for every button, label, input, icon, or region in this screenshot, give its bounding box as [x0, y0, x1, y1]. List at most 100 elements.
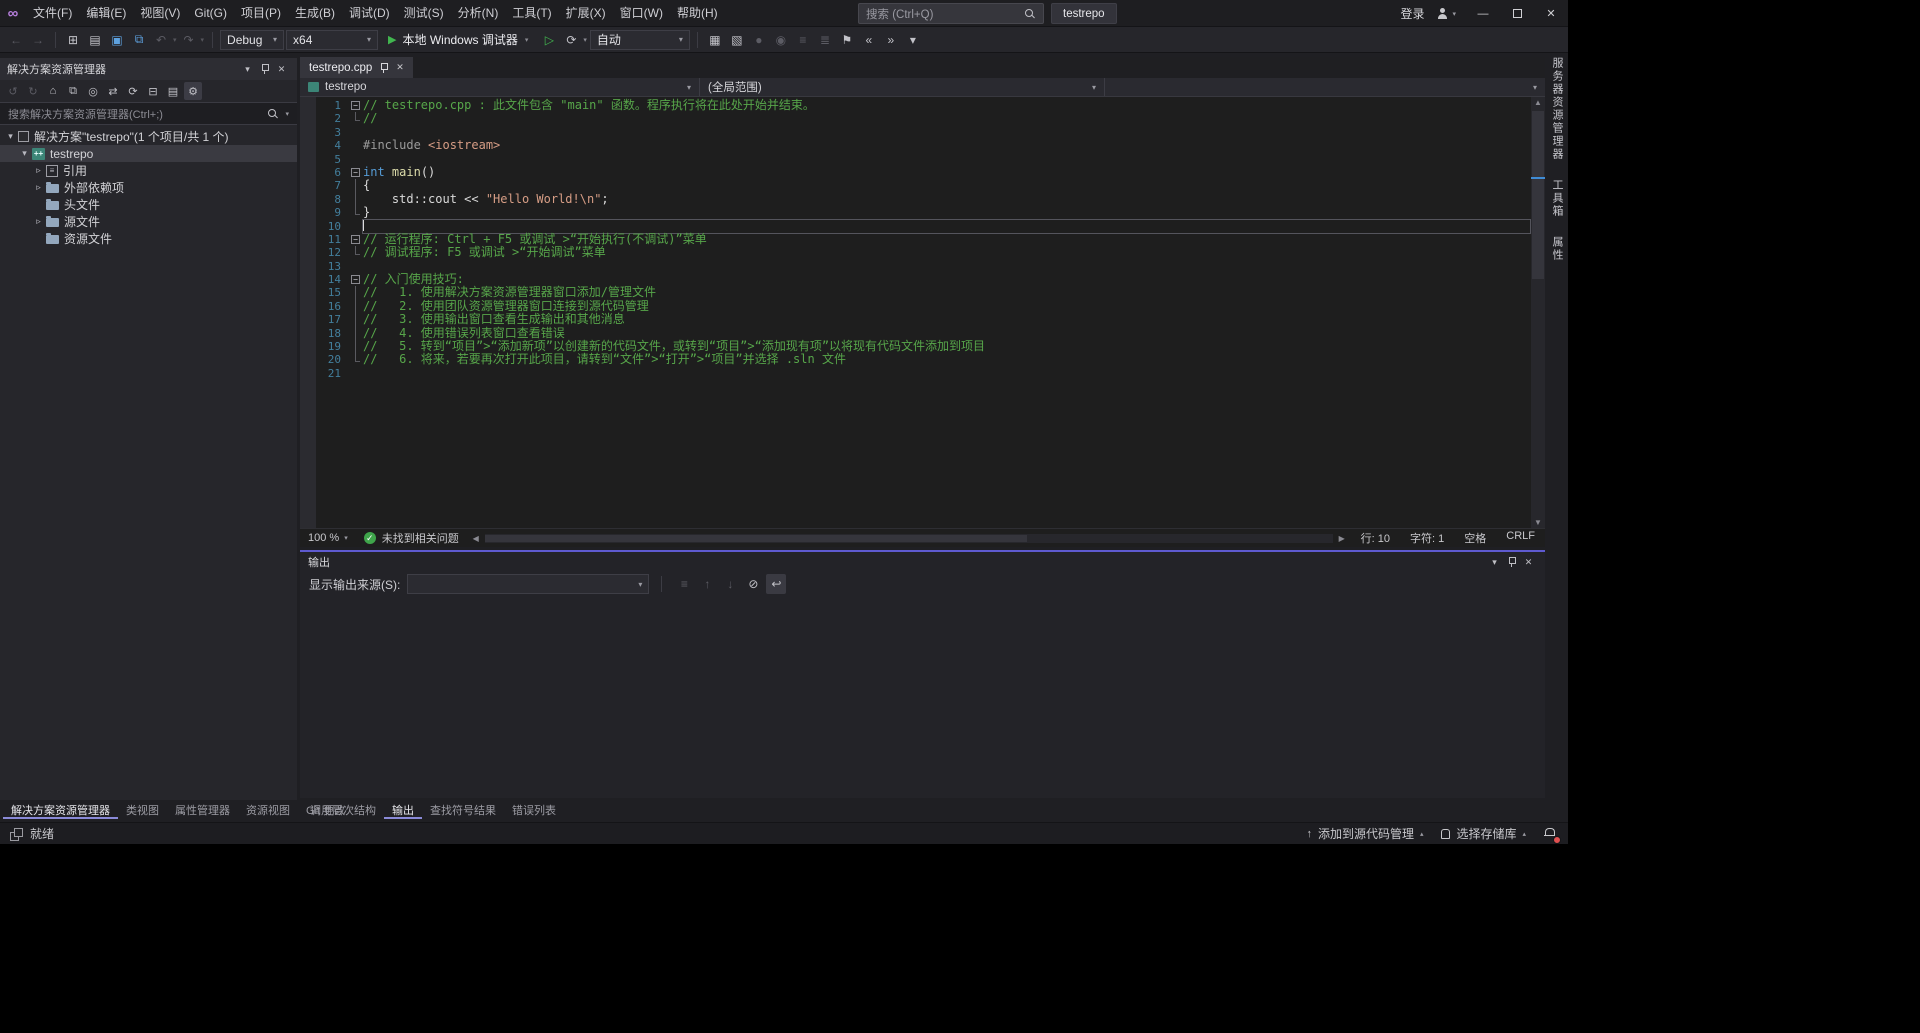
- side-tab-properties[interactable]: 属性: [1549, 236, 1565, 262]
- fold-collapse-icon[interactable]: −: [351, 101, 360, 110]
- tree-expand-arrow-icon[interactable]: ▹: [32, 165, 45, 176]
- debug-target-dropdown[interactable]: 自动 ▾: [590, 30, 690, 50]
- watch-window-icon[interactable]: ≣: [815, 30, 835, 50]
- code-line-12[interactable]: 12// 调试程序: F5 或调试 >“开始调试”菜单: [300, 246, 1545, 259]
- next-bookmark-icon[interactable]: »: [881, 30, 901, 50]
- tree-expand-arrow-icon[interactable]: ▾: [4, 131, 17, 142]
- se-properties-icon[interactable]: ⚙: [184, 82, 202, 100]
- menu-view[interactable]: 视图(V): [133, 0, 187, 27]
- se-show-all-files-icon[interactable]: ▤: [164, 82, 182, 100]
- close-tab-icon[interactable]: ✕: [396, 62, 404, 73]
- call-stack-icon[interactable]: ≡: [793, 30, 813, 50]
- menu-edit[interactable]: 编辑(E): [79, 0, 133, 27]
- solution-explorer-search[interactable]: 搜索解决方案资源管理器(Ctrl+;) ▾: [0, 103, 297, 125]
- menu-build[interactable]: 生成(B): [288, 0, 342, 27]
- close-icon[interactable]: ✕: [1520, 554, 1537, 570]
- code-line-10[interactable]: 10: [300, 220, 1545, 233]
- member-dropdown[interactable]: ▾: [1105, 78, 1545, 96]
- menu-help[interactable]: 帮助(H): [670, 0, 725, 27]
- code-line-17[interactable]: 17// 3. 使用输出窗口查看生成输出和其他消息: [300, 313, 1545, 326]
- nav-forward-icon[interactable]: →: [28, 30, 48, 50]
- out-clear-all-icon[interactable]: ⊘: [743, 574, 763, 594]
- new-project-icon[interactable]: ⊞: [63, 30, 83, 50]
- char-status[interactable]: 字符: 1: [1400, 530, 1454, 546]
- code-line-20[interactable]: 20// 6. 将来，若要再次打开此项目，请转到“文件”>“打开”>“项目”并选…: [300, 353, 1545, 366]
- hscroll-thumb[interactable]: [485, 535, 1028, 542]
- add-to-source-control-button[interactable]: ↑ 添加到源代码管理 ▴: [1306, 825, 1423, 842]
- panel-tab-solution-explorer[interactable]: 解决方案资源管理器: [3, 800, 118, 819]
- tree-expand-arrow-icon[interactable]: ▹: [32, 216, 45, 227]
- hscroll-track[interactable]: [485, 534, 1333, 543]
- window-position-icon[interactable]: ▾: [1486, 554, 1503, 570]
- out-word-wrap-icon[interactable]: ↩: [766, 574, 786, 594]
- close-button[interactable]: ✕: [1534, 0, 1568, 27]
- toolbar-overflow-icon[interactable]: ▾: [903, 30, 923, 50]
- output-source-dropdown[interactable]: ▾: [407, 574, 649, 594]
- tree-expand-arrow-icon[interactable]: ▾: [18, 148, 31, 159]
- line-status[interactable]: 行: 10: [1351, 530, 1400, 546]
- se-sync-active-icon[interactable]: ⇄: [104, 82, 122, 100]
- configuration-dropdown[interactable]: Debug ▾: [220, 30, 284, 50]
- code-editor[interactable]: 1−// testrepo.cpp : 此文件包含 "main" 函数。程序执行…: [300, 97, 1545, 528]
- out-goto-message-icon[interactable]: ≡: [674, 574, 694, 594]
- panel-tab-property-manager[interactable]: 属性管理器: [167, 800, 238, 819]
- tree-expand-arrow-icon[interactable]: ▹: [32, 182, 45, 193]
- panel-tab-output[interactable]: 输出: [384, 800, 422, 819]
- side-tab-toolbox[interactable]: 工具箱: [1549, 179, 1565, 218]
- fold-collapse-icon[interactable]: −: [351, 168, 360, 177]
- se-switch-views-icon[interactable]: ⧉: [64, 82, 82, 100]
- panel-tab-error-list[interactable]: 错误列表: [504, 800, 564, 819]
- scroll-left-icon[interactable]: ◀: [470, 534, 482, 543]
- menu-file[interactable]: 文件(F): [26, 0, 79, 27]
- panel-tab-call-hierarchy[interactable]: 调用层次结构: [302, 800, 384, 819]
- tree-item-external-dependencies[interactable]: ▹外部依赖项: [0, 179, 297, 196]
- bookmark-icon[interactable]: ⚑: [837, 30, 857, 50]
- panel-tab-resource-view[interactable]: 资源视图: [238, 800, 298, 819]
- spaces-status[interactable]: 空格: [1454, 530, 1496, 546]
- pin-tab-icon[interactable]: [379, 62, 389, 74]
- side-tab-server-explorer[interactable]: 服务器资源管理器: [1549, 57, 1565, 161]
- se-back-icon[interactable]: ↺: [4, 82, 22, 100]
- menu-git[interactable]: Git(G): [187, 0, 234, 27]
- window-position-icon[interactable]: ▾: [239, 61, 256, 77]
- menu-project[interactable]: 项目(P): [234, 0, 288, 27]
- panel-tab-class-view[interactable]: 类视图: [118, 800, 167, 819]
- solution-explorer-header[interactable]: 解决方案资源管理器 ▾ ✕: [0, 58, 297, 80]
- platform-dropdown[interactable]: x64 ▾: [286, 30, 378, 50]
- background-tasks-icon[interactable]: [10, 828, 22, 840]
- code-line-5[interactable]: 5: [300, 153, 1545, 166]
- scope-dropdown[interactable]: (全局范围) ▾: [700, 78, 1105, 96]
- close-icon[interactable]: ✕: [273, 61, 290, 77]
- fold-collapse-icon[interactable]: −: [351, 275, 360, 284]
- tree-item-header-files[interactable]: 头文件: [0, 196, 297, 213]
- menu-window[interactable]: 窗口(W): [613, 0, 670, 27]
- tree-item-project-testrepo[interactable]: ▾++testrepo: [0, 145, 297, 162]
- fold-collapse-icon[interactable]: −: [351, 235, 360, 244]
- document-health-indicator[interactable]: 未找到相关问题: [356, 530, 467, 546]
- output-content[interactable]: [300, 596, 1545, 798]
- code-line-6[interactable]: 6−int main(): [300, 166, 1545, 179]
- save-icon[interactable]: ▣: [107, 30, 127, 50]
- nav-back-icon[interactable]: ←: [6, 30, 26, 50]
- code-line-4[interactable]: 4#include <iostream>: [300, 139, 1545, 152]
- menu-tools[interactable]: 工具(T): [505, 0, 558, 27]
- vertical-scrollbar[interactable]: ▲ ▼: [1531, 97, 1545, 528]
- select-repository-button[interactable]: 选择存储库 ▴: [1441, 825, 1526, 842]
- project-dropdown[interactable]: testrepo ▾: [300, 78, 700, 96]
- diagnostics-icon[interactable]: ●: [749, 30, 769, 50]
- code-line-3[interactable]: 3: [300, 126, 1545, 139]
- eol-status[interactable]: CRLF: [1496, 530, 1545, 546]
- start-without-debugging-icon[interactable]: ▷: [539, 30, 559, 50]
- account-menu[interactable]: ▾: [1432, 7, 1466, 20]
- horizontal-scrollbar[interactable]: ◀ ▶: [467, 529, 1351, 547]
- tree-item-solution-root[interactable]: ▾解决方案"testrepo"(1 个项目/共 1 个): [0, 128, 297, 145]
- code-line-15[interactable]: 15// 1. 使用解决方案资源管理器窗口添加/管理文件: [300, 286, 1545, 299]
- scroll-right-icon[interactable]: ▶: [1336, 534, 1348, 543]
- out-prev-message-icon[interactable]: ↑: [697, 574, 717, 594]
- open-file-icon[interactable]: ▤: [85, 30, 105, 50]
- code-line-21[interactable]: 21: [300, 367, 1545, 380]
- code-line-2[interactable]: 2//: [300, 112, 1545, 125]
- pin-icon[interactable]: [1503, 554, 1520, 570]
- code-line-1[interactable]: 1−// testrepo.cpp : 此文件包含 "main" 函数。程序执行…: [300, 99, 1545, 112]
- sign-in-button[interactable]: 登录: [1392, 5, 1432, 22]
